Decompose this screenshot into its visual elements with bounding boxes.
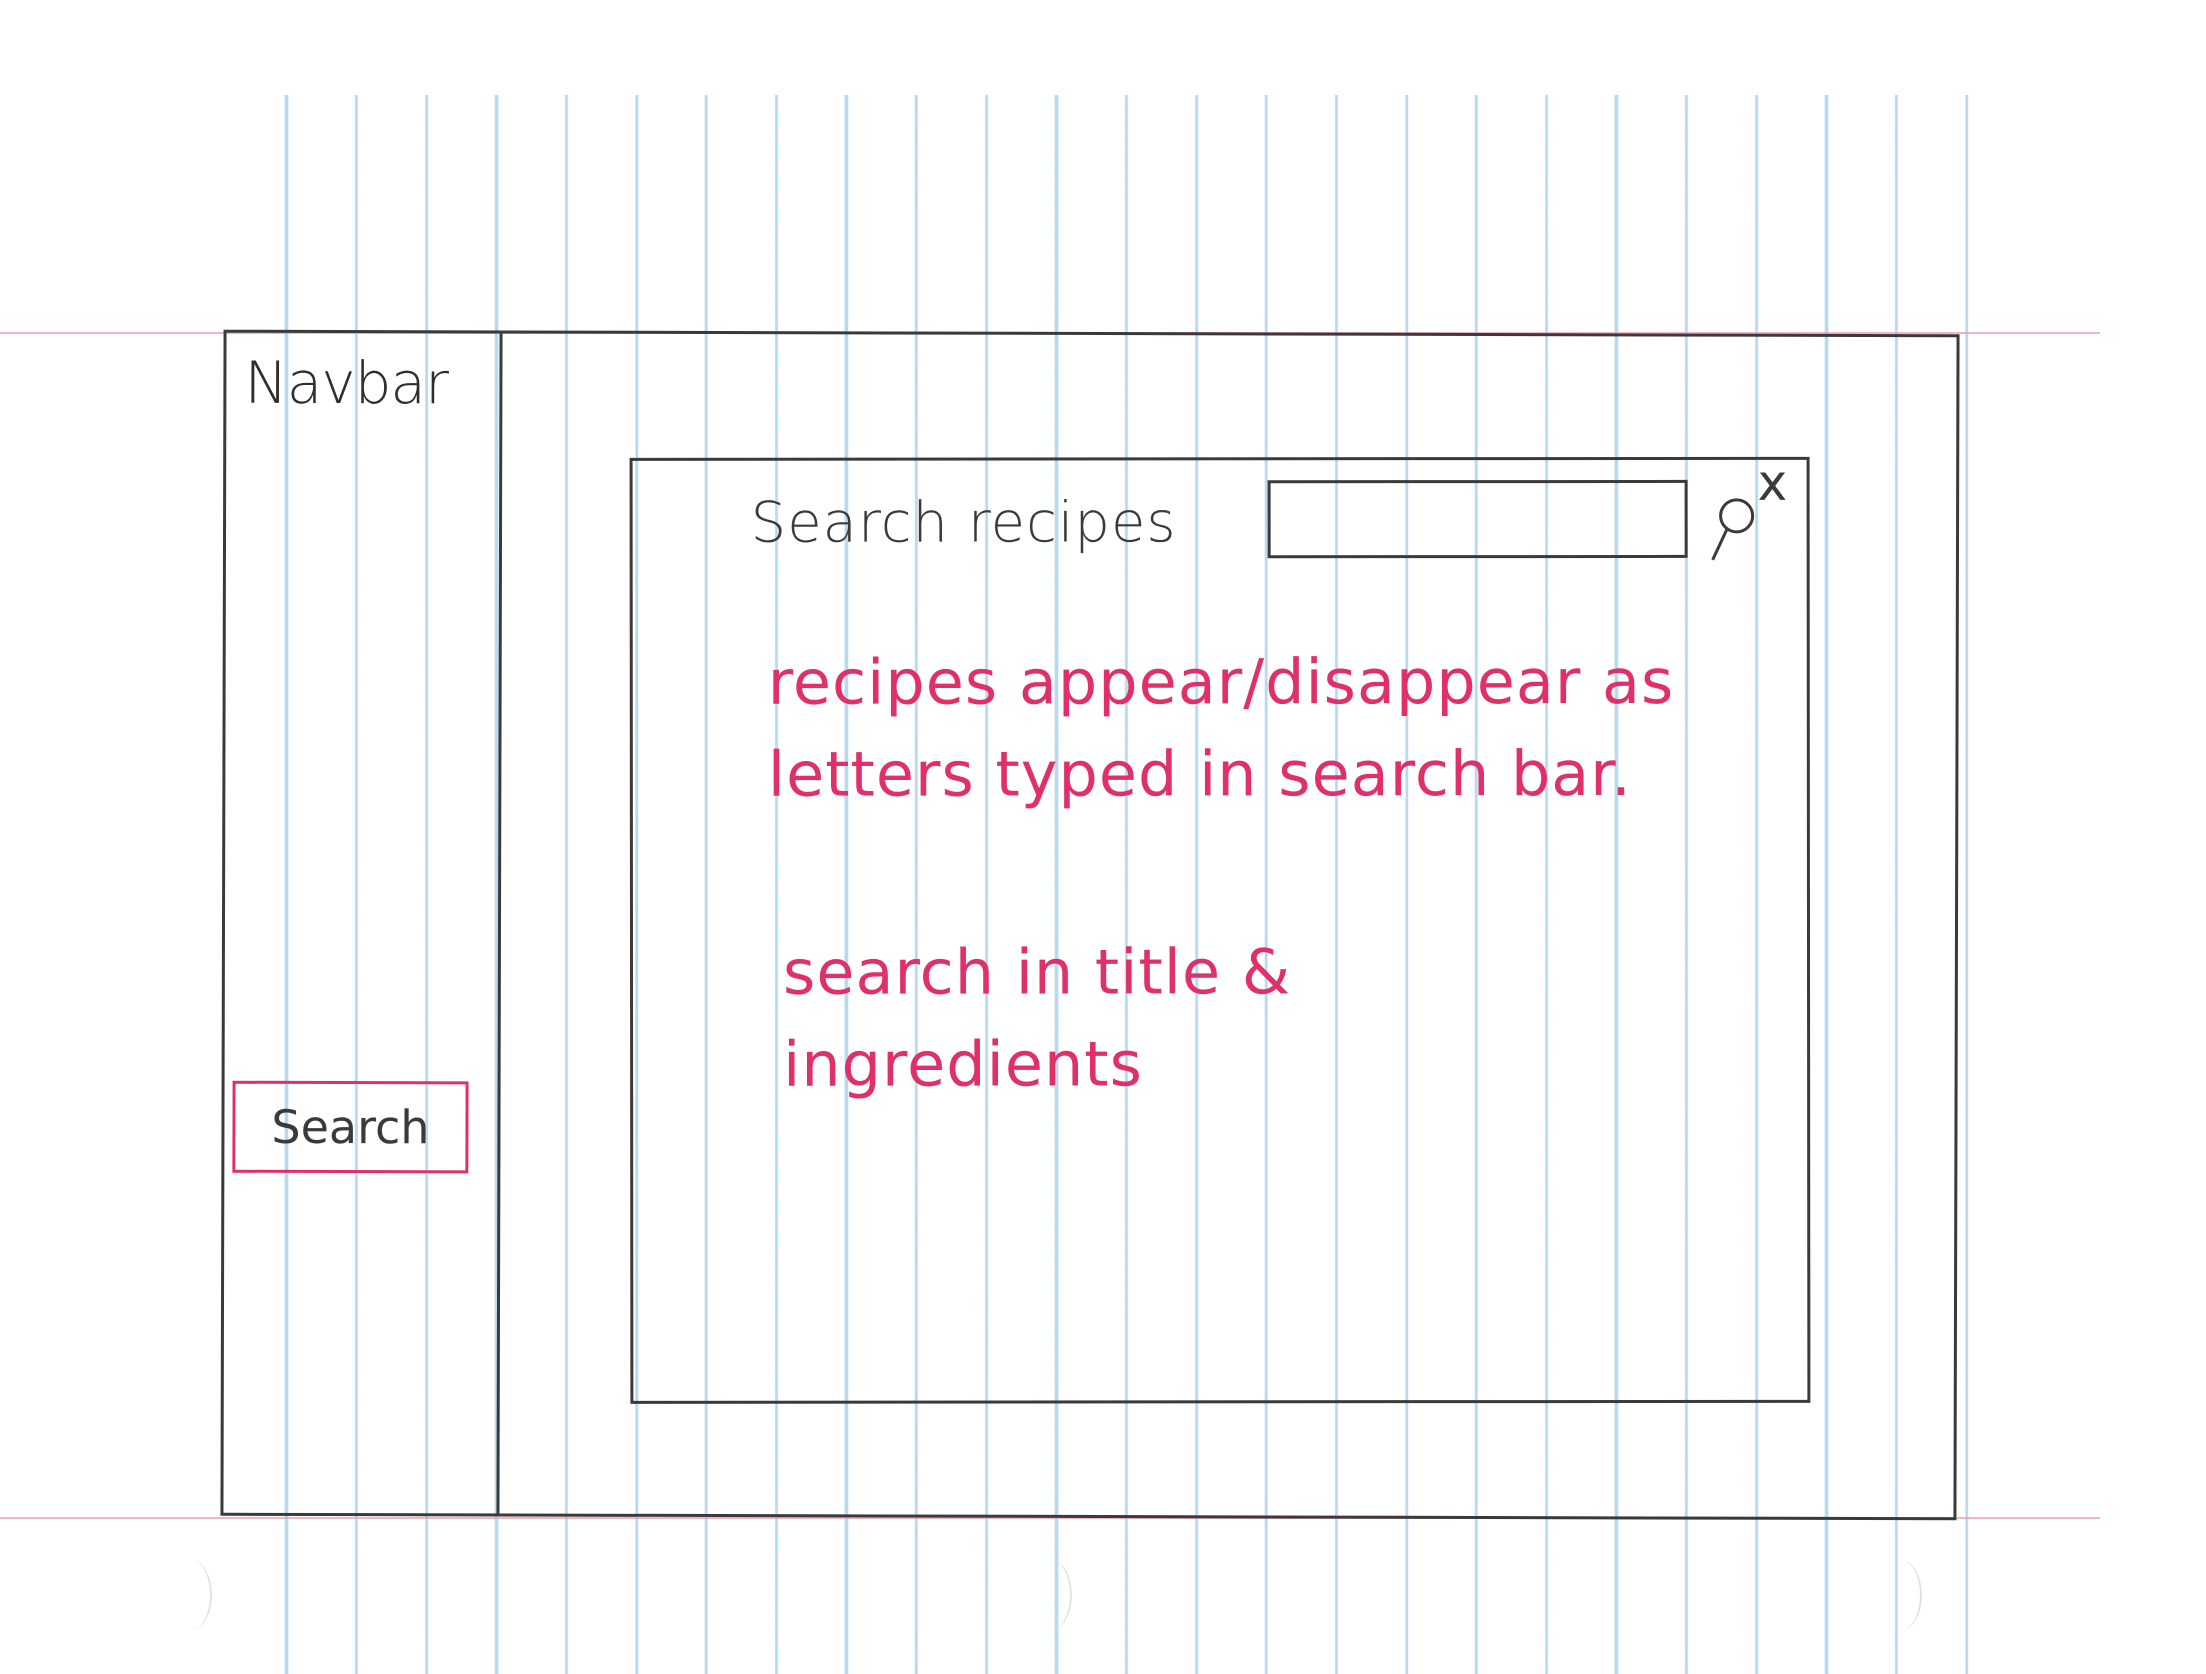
paper-right-margin [2030,0,2206,1674]
binder-hole [170,1560,212,1630]
search-input[interactable] [1267,479,1688,559]
annotation-note: search in title & ingredients [782,935,1292,1101]
annotation-note: recipes appear/disappear as letters type… [767,644,1675,811]
navbar: Navbar Search [223,332,503,1514]
close-icon[interactable]: x [1758,454,1788,512]
binder-hole [1880,1560,1922,1630]
binder-hole [1030,1560,1072,1630]
paper-left-margin [0,0,218,1674]
search-modal: Search recipes x recipes appear/disappea… [629,454,1811,1404]
paper-top-margin [0,0,2206,95]
search-recipes-label: Search recipes [750,490,1177,556]
navbar-title: Navbar [244,348,448,418]
search-icon[interactable] [1703,490,1763,570]
search-button[interactable]: Search [232,1080,469,1174]
app-window-wireframe: Navbar Search Search recipes x recipes a… [220,329,1960,1521]
